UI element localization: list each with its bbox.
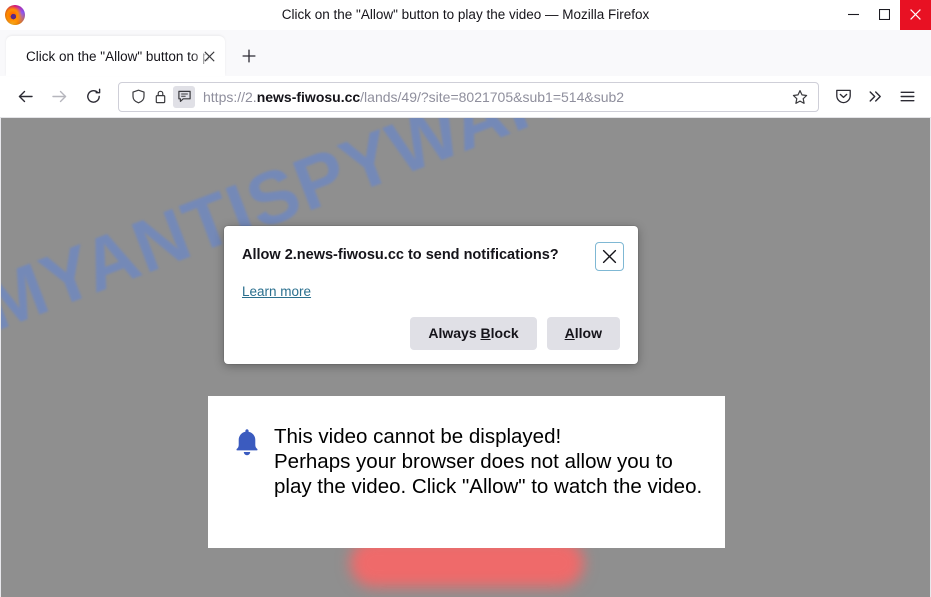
minimize-button[interactable] <box>838 0 869 30</box>
browser-tab[interactable]: Click on the "Allow" button to play the … <box>6 36 225 76</box>
window-title: Click on the "Allow" button to play the … <box>281 6 650 22</box>
shield-icon[interactable] <box>127 86 149 108</box>
always-block-button[interactable]: Always Block <box>410 317 537 351</box>
video-message-line1: This video cannot be displayed! <box>274 425 562 448</box>
window-controls <box>838 0 931 30</box>
pocket-icon[interactable] <box>827 81 859 113</box>
close-window-button[interactable] <box>900 0 931 30</box>
reload-button[interactable] <box>76 81 110 113</box>
url-scheme: https://2. <box>203 88 257 105</box>
maximize-button[interactable] <box>869 0 900 30</box>
address-bar[interactable]: https://2.news-fiwosu.cc/lands/49/?site=… <box>118 81 819 112</box>
back-button[interactable] <box>8 81 42 113</box>
dialog-header: Allow 2.news-fiwosu.cc to send notificat… <box>242 242 624 271</box>
firefox-window: Click on the "Allow" button to play the … <box>0 0 931 597</box>
tab-close-icon[interactable] <box>201 48 217 64</box>
bell-icon <box>234 428 260 461</box>
dialog-actions: Always Block Allow <box>242 317 624 351</box>
allow-button[interactable]: Allow <box>546 317 620 351</box>
url-domain: news-fiwosu.cc <box>256 88 361 105</box>
learn-more-link[interactable]: Learn more <box>242 284 311 299</box>
tab-strip: Click on the "Allow" button to play the … <box>0 30 931 76</box>
close-icon[interactable] <box>595 242 624 271</box>
forward-button[interactable] <box>42 81 76 113</box>
padlock-icon[interactable] <box>149 86 171 108</box>
star-icon[interactable] <box>788 85 812 109</box>
hamburger-menu-icon[interactable] <box>891 81 923 113</box>
notification-permission-dialog: Allow 2.news-fiwosu.cc to send notificat… <box>224 226 638 365</box>
title-bar: Click on the "Allow" button to play the … <box>0 0 931 30</box>
new-tab-button[interactable] <box>233 40 265 72</box>
double-chevron-icon[interactable] <box>859 81 891 113</box>
tab-title: Click on the "Allow" button to play the … <box>26 48 219 64</box>
dialog-title: Allow 2.news-fiwosu.cc to send notificat… <box>242 247 559 263</box>
video-message-text: This video cannot be displayed! Perhaps … <box>274 424 705 500</box>
video-message-line2: Perhaps your browser does not allow you … <box>274 450 703 499</box>
notification-bubble-icon[interactable] <box>173 85 195 108</box>
navigation-toolbar: https://2.news-fiwosu.cc/lands/49/?site=… <box>0 76 931 118</box>
bell-icon-wrap <box>228 424 266 461</box>
firefox-logo <box>5 4 25 25</box>
page-viewport: MYANTISPYWARE.COM This video cannot be d… <box>0 118 931 597</box>
url-text: https://2.news-fiwosu.cc/lands/49/?site=… <box>203 89 788 105</box>
url-path: /lands/49/?site=8021705&sub1=514&sub2 <box>360 88 625 105</box>
video-message-card: This video cannot be displayed! Perhaps … <box>208 396 725 548</box>
